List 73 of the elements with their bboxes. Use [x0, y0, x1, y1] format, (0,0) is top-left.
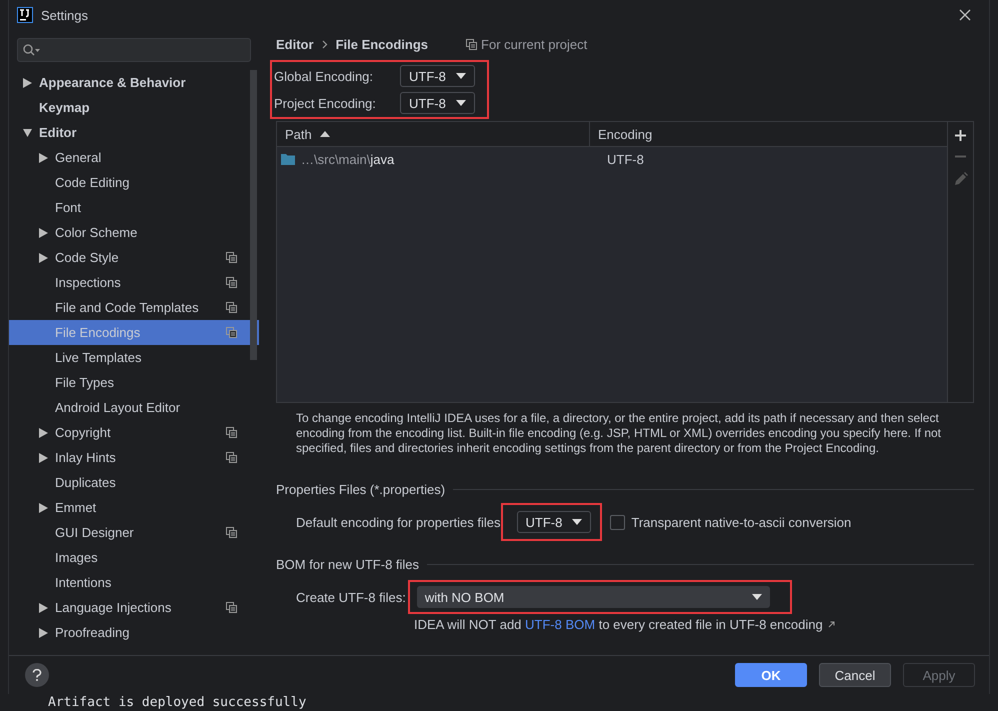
search-icon [23, 44, 41, 56]
tree-item[interactable]: Code Style [9, 245, 259, 270]
tree-item[interactable]: File Types [9, 370, 259, 395]
field-label: Create UTF-8 files: [296, 590, 406, 604]
add-icon[interactable] [955, 130, 966, 141]
section-title: Properties Files (*.properties) [276, 482, 446, 497]
tree-item[interactable]: Android Layout Editor [9, 395, 259, 420]
expand-arrow-icon[interactable] [39, 628, 48, 638]
tree-item[interactable]: Appearance & Behavior [9, 70, 259, 95]
tree-item[interactable]: Editor [9, 120, 259, 145]
tree-item[interactable]: GUI Designer [9, 520, 259, 545]
external-link-icon [828, 621, 835, 628]
tree-item[interactable]: Color Scheme [9, 220, 259, 245]
expand-arrow-icon[interactable] [39, 228, 48, 238]
console-text: Artifact is deployed successfully [47, 694, 308, 711]
tree-item[interactable]: Proofreading [9, 620, 259, 645]
expand-arrow-icon[interactable] [39, 428, 48, 438]
tree-item[interactable]: Language Injections [9, 595, 259, 620]
help-button[interactable] [25, 663, 49, 687]
hint-text: IDEA will NOT add UTF-8 BOM to every created file in UTF-8 encoding [414, 617, 823, 632]
tree-item[interactable]: Keymap [9, 95, 259, 120]
encoding-dropdown[interactable]: UTF-8 [516, 511, 592, 533]
scope-note: For current project [481, 36, 588, 52]
field-label: Default encoding for properties files [296, 514, 501, 530]
expand-arrow-icon[interactable] [39, 502, 48, 512]
question-mark-icon [32, 669, 42, 681]
column-header[interactable]: Encoding [590, 122, 947, 146]
bom-link[interactable]: UTF-8 BOM [525, 617, 596, 632]
tree-item[interactable]: Emmet [9, 495, 259, 520]
tree-item[interactable]: Inlay Hints [9, 445, 259, 470]
close-icon[interactable] [959, 9, 971, 21]
caret-icon [456, 73, 466, 79]
tree-item[interactable]: Copyright [9, 420, 259, 445]
encoding-dropdown[interactable]: UTF-8 [400, 65, 475, 87]
tree-item[interactable]: Duplicates [9, 470, 259, 495]
caret-icon [752, 594, 762, 600]
column-header[interactable]: Path [277, 122, 590, 146]
search-field[interactable] [17, 38, 251, 62]
tree-item[interactable]: Intentions [9, 570, 259, 595]
tree-item[interactable]: Font [9, 195, 259, 220]
dialog-button[interactable]: Cancel [819, 663, 891, 687]
expand-arrow-icon[interactable] [39, 452, 48, 462]
window-title: Settings [41, 8, 88, 22]
caret-icon [572, 519, 582, 525]
breadcrumb-item: File Encodings [336, 36, 428, 52]
checkbox[interactable] [610, 514, 626, 530]
table-cell: UTF-8 [607, 152, 644, 166]
scrollbar-thumb[interactable] [250, 70, 257, 360]
table-cell: …\src\main\java [301, 152, 394, 166]
expand-arrow-icon[interactable] [39, 252, 48, 262]
expand-arrow-icon[interactable] [23, 78, 32, 88]
tree-item[interactable]: Code Editing [9, 170, 259, 195]
description-text: To change encoding IntelliJ IDEA uses for a file, a directory, or the entire project, add its path if necessary and then select encoding from the encoding list. Built-in file encoding (e.g. JSP, HTML or XML) overrides encoding you specify here. If not specified, files and directories inherit encoding settings from the parent directory or from the Project Encoding. [296, 411, 942, 456]
chevron-icon [322, 40, 328, 48]
field-label: Project Encoding: [274, 96, 377, 110]
caret-icon [456, 100, 466, 106]
tree-item[interactable]: File and Code Templates [9, 295, 259, 320]
bom-dropdown[interactable]: with NO BOM [416, 586, 770, 608]
encoding-dropdown[interactable]: UTF-8 [400, 92, 475, 114]
expand-arrow-icon[interactable] [39, 602, 48, 612]
expand-arrow-icon[interactable] [39, 152, 48, 162]
tree-item[interactable]: General [9, 145, 259, 170]
field-label: Global Encoding: [274, 68, 374, 84]
tree-item[interactable]: Images [9, 545, 259, 570]
section-title: BOM for new UTF-8 files [276, 557, 420, 572]
copy-icon [466, 38, 478, 50]
checkbox-label: Transparent native-to-ascii conversion [631, 514, 852, 530]
folder-icon [281, 154, 295, 164]
tree-item[interactable]: Inspections [9, 270, 259, 295]
app-logo-icon [17, 7, 33, 23]
breadcrumb-item: Editor [276, 36, 314, 52]
expand-arrow-icon[interactable] [23, 128, 32, 138]
tree-item[interactable]: Live Templates [9, 345, 259, 370]
